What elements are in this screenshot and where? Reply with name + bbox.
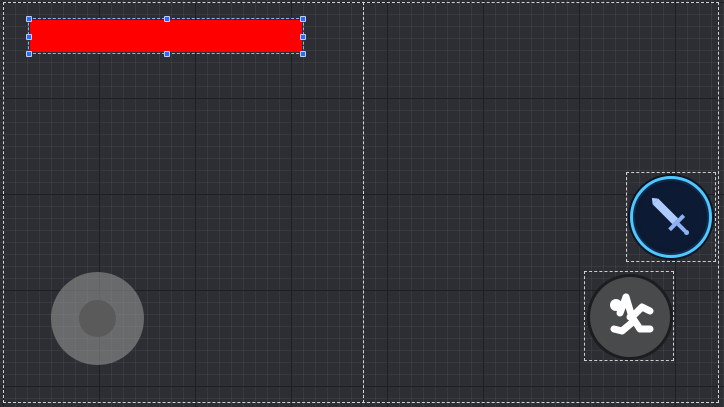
screen-divider xyxy=(363,2,364,403)
selection-handle xyxy=(164,51,170,57)
selection-handle xyxy=(26,16,32,22)
selection-handle xyxy=(164,16,170,22)
selection-handle xyxy=(300,16,306,22)
joystick-knob[interactable] xyxy=(79,300,116,337)
selection-handle xyxy=(26,51,32,57)
virtual-joystick[interactable] xyxy=(51,272,144,365)
running-figure-icon xyxy=(610,293,654,335)
selection-handle xyxy=(26,34,32,40)
attack-button-frame xyxy=(626,172,716,262)
dash-button[interactable] xyxy=(587,274,673,360)
sword-icon xyxy=(651,197,690,236)
health-bar-fill xyxy=(30,20,302,52)
selection-handle xyxy=(300,51,306,57)
attack-button[interactable] xyxy=(630,176,712,258)
dash-button-frame xyxy=(584,271,674,361)
selection-handle xyxy=(300,34,306,40)
health-bar xyxy=(26,16,306,57)
